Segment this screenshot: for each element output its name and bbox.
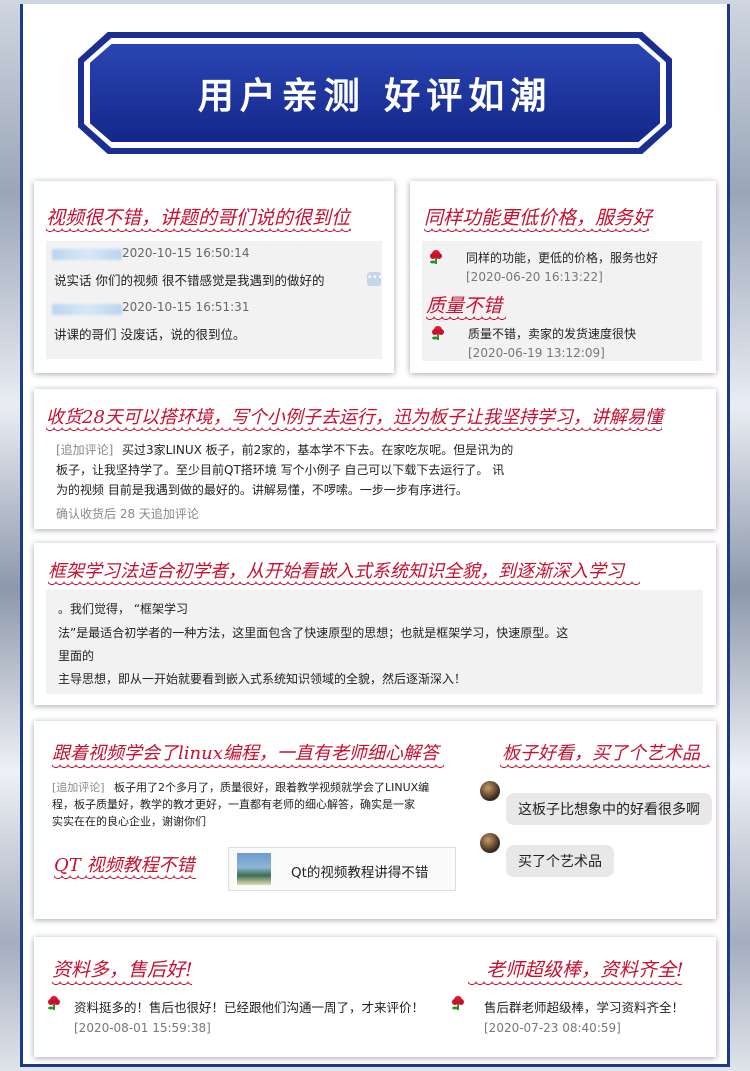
flower-icon (48, 996, 60, 1010)
qt-comment-text: Qt的视频教程讲得不错 (291, 865, 429, 881)
chat-bubble: 这板子比想象中的好看很多啊 (506, 793, 712, 825)
video-thumbnail[interactable] (237, 853, 271, 885)
review-card-support: 资料多，售后好! 资料挺多的！售后也很好！已经跟他们沟通一周了，才来评价！ [2… (34, 937, 716, 1057)
underline-wave (500, 764, 710, 770)
avatar (480, 781, 500, 801)
card-heading: 资料多，售后好! (52, 959, 193, 981)
card-heading: QT 视频教程不错 (54, 855, 195, 876)
review-line: 主导思想，即从一开始就要看到嵌入式系统知识领域的全貌，然后逐渐深入！ (58, 672, 467, 686)
follow-up-tag: [追加评论] (52, 781, 105, 794)
card-heading: 质量不错 (426, 295, 503, 317)
banner-title: 用户亲测 好评如潮 (197, 76, 553, 117)
card-heading: 收货28天可以搭环境，写个小例子去运行，迅为板子让我坚持学习，讲解易懂 (46, 407, 663, 428)
avatar (480, 833, 500, 853)
review-card-linux: 跟着视频学会了linux编程，一直有老师细心解答 [追加评论] 板子用了2个多月… (34, 721, 716, 919)
review-time: [2020-07-23 08:40:59] (484, 1021, 621, 1035)
review-line: 板子，让我坚持学了。至少目前QT搭环境 写个小例子 自己可以下载下去运行了。 讯 (56, 463, 505, 477)
review-time: [2020-06-20 16:13:22] (466, 270, 603, 284)
review-line: 里面的 (58, 649, 95, 663)
blurred-username (52, 249, 122, 260)
review-text: 质量不错，卖家的发货速度很快 (468, 327, 637, 341)
title-banner: 用户亲测 好评如潮 (78, 32, 672, 154)
underline-wave (54, 875, 196, 881)
review-line: 实实在在的良心企业，谢谢你们 (52, 815, 206, 828)
comment-text: 说实话 你们的视频 很不错感觉是我遇到的做好的 (54, 273, 325, 288)
review-line: 。我们觉得， “框架学习 (58, 602, 189, 616)
underline-wave (424, 228, 649, 234)
card-heading: 老师超级棒，资料齐全! (486, 959, 684, 981)
underline-wave (46, 228, 351, 234)
comment-text: 讲课的哥们 没废话，说的很到位。 (54, 327, 246, 342)
underline-wave (46, 427, 662, 433)
card-heading: 视频很不错，讲题的哥们说的很到位 (46, 207, 351, 229)
more-icon[interactable]: ••• (367, 272, 383, 286)
comment-time: 2020-10-15 16:50:14 (122, 246, 250, 260)
underline-wave (52, 981, 192, 987)
blurred-username (52, 304, 122, 315)
review-line: 为的视频 目前是我遇到做的最好的。讲解易懂，不啰嗦。一步一步有序进行。 (56, 483, 468, 497)
underline-wave (468, 981, 682, 987)
underline-wave (426, 316, 506, 322)
card-heading: 框架学习法适合初学者，从开始看嵌入式系统知识全貌，到逐渐深入学习 (48, 561, 624, 582)
review-box: 。我们觉得， “框架学习 法”是最适合初学者的一种方法，这里面包含了快速原型的思… (46, 590, 703, 694)
follow-up-note: 确认收货后 28 天追加评论 (56, 507, 199, 521)
review-card-learning: 收货28天可以搭环境，写个小例子去运行，迅为板子让我坚持学习，讲解易懂 [追加评… (34, 389, 716, 529)
review-line: 程，板子质量好，教学的教才更好，一直都有老师的细心解答，确实是一家 (52, 798, 415, 811)
review-text: 同样的功能，更低的价格，服务也好 (466, 251, 659, 265)
follow-up-tag: [追加评论] (56, 443, 114, 457)
flower-icon (452, 996, 464, 1010)
review-time: [2020-08-01 15:59:38] (74, 1021, 211, 1035)
review-line: 板子用了2个多月了，质量很好，跟着教学视频就学会了LINUX编 (114, 781, 430, 794)
qt-comment: Qt的视频教程讲得不错 (228, 847, 456, 891)
review-line: 买过3家LINUX 板子，前2家的，基本学不下去。在家吃灰呢。但是讯为的 (122, 443, 514, 457)
review-text: 售后群老师超级棒，学习资料齐全！ (484, 1000, 685, 1015)
review-line: 法”是最适合初学者的一种方法，这里面包含了快速原型的思想；也就是框架学习，快速原… (58, 626, 569, 640)
underline-wave (52, 764, 444, 770)
flower-icon (432, 326, 444, 340)
comment-box: 2020-10-15 16:50:14 说实话 你们的视频 很不错感觉是我遇到的… (46, 241, 383, 359)
review-card-framework: 框架学习法适合初学者，从开始看嵌入式系统知识全貌，到逐渐深入学习 。我们觉得， … (34, 543, 716, 705)
review-card-video: 视频很不错，讲题的哥们说的很到位 2020-10-15 16:50:14 说实话… (34, 181, 394, 373)
review-time: [2020-06-19 13:12:09] (468, 346, 605, 360)
chat-bubble: 买了个艺术品 (506, 845, 614, 877)
card-heading: 跟着视频学会了linux编程，一直有老师细心解答 (52, 743, 439, 764)
flower-icon (430, 250, 442, 264)
comment-time: 2020-10-15 16:51:31 (122, 300, 250, 314)
review-text: 资料挺多的！售后也很好！已经跟他们沟通一周了，才来评价！ (74, 1000, 425, 1015)
card-heading: 板子好看，买了个艺术品 (502, 743, 700, 764)
underline-wave (48, 581, 640, 587)
review-card-price: 同样功能更低价格，服务好 同样的功能，更低的价格，服务也好 [2020-06-2… (410, 181, 716, 373)
card-heading: 同样功能更低价格，服务好 (424, 207, 653, 229)
